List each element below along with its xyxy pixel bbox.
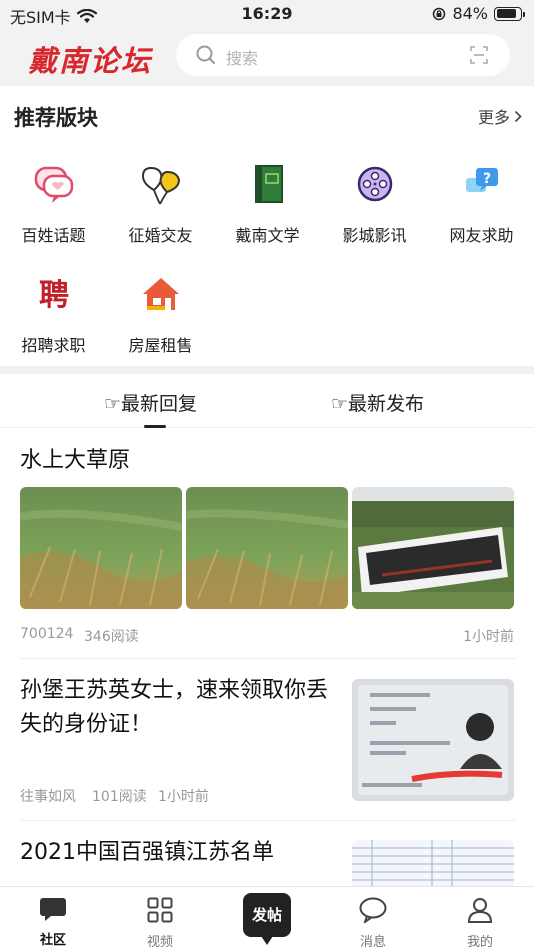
post-image: [186, 487, 348, 609]
nav-label: 消息: [359, 935, 386, 950]
category-label: 招聘求职: [21, 336, 86, 355]
post-views: 101阅读: [92, 789, 147, 805]
category-label: 百姓话题: [21, 226, 86, 245]
app-logo[interactable]: 戴南论坛: [28, 38, 152, 80]
post-time: 1小时前: [158, 789, 209, 805]
message-bubble-icon: [359, 897, 387, 925]
balloons-icon: [141, 166, 180, 205]
nav-label: 社区: [39, 933, 66, 948]
status-bar: 无SIM卡 16:29 84%: [0, 0, 534, 30]
category-jobs[interactable]: 聘 招聘求职: [0, 272, 107, 356]
post-title: 孙堡王苏英女士，速来领取你丢失的身份证！: [20, 678, 329, 737]
battery-icon: [494, 6, 525, 21]
post-image: [352, 487, 514, 609]
post-views: 346阅读: [84, 629, 139, 645]
post-feed: 水上大草原 700124 346阅读 1小时前 孙堡王苏英女士，速来领取你丢失的…: [0, 428, 534, 888]
search-bar[interactable]: 搜索: [176, 34, 510, 76]
scan-icon[interactable]: [470, 46, 488, 64]
nav-messages[interactable]: 消息: [333, 897, 413, 950]
tab-latest-post[interactable]: ☞最新发布: [331, 389, 424, 416]
chat-bubbles-icon: [34, 166, 73, 203]
category-dating[interactable]: 征婚交友: [107, 162, 214, 246]
grid-icon: [147, 897, 173, 923]
svg-text:?: ?: [482, 171, 490, 187]
post-author: 700124: [20, 626, 74, 642]
bottom-nav: 社区 视频 发帖 消息 我的: [0, 886, 534, 950]
hire-icon: 聘: [39, 278, 69, 313]
category-label: 网友求助: [449, 226, 514, 245]
post-image: [352, 679, 514, 801]
battery-percent: 84%: [452, 4, 488, 23]
community-icon: [40, 898, 66, 921]
nav-mine[interactable]: 我的: [440, 897, 520, 950]
post-divider: [20, 820, 516, 821]
new-post-button[interactable]: 发帖: [243, 893, 291, 945]
search-icon: [196, 45, 215, 64]
app-header: 戴南论坛 搜索: [0, 30, 534, 84]
tab-latest-reply[interactable]: ☞最新回复: [104, 389, 197, 416]
post-image: [20, 487, 182, 609]
feed-tabs: ☞最新回复 ☞最新发布: [0, 374, 534, 428]
category-literature[interactable]: 戴南文学: [214, 162, 321, 246]
post-title: 水上大草原: [20, 448, 131, 473]
nav-label: 视频: [146, 935, 173, 950]
post-image: [352, 840, 514, 888]
category-help[interactable]: ? 网友求助: [428, 162, 534, 246]
post-time: 1小时前: [463, 629, 514, 645]
house-icon: [142, 278, 179, 310]
category-label: 戴南文学: [235, 226, 300, 245]
post-title: 2021中国百强镇江苏名单: [20, 840, 274, 865]
category-cinema[interactable]: 影城影讯: [321, 162, 428, 246]
film-reel-icon: [357, 166, 392, 202]
post-author: 往事如风: [20, 789, 76, 805]
post-divider: [20, 658, 516, 659]
help-question-icon: ?: [465, 168, 498, 192]
recommended-title: 推荐版块: [14, 106, 98, 130]
status-right: 84%: [432, 4, 525, 23]
category-label: 影城影讯: [342, 226, 407, 245]
more-link[interactable]: 更多: [478, 104, 522, 128]
category-baixing-topics[interactable]: 百姓话题: [0, 162, 107, 246]
user-icon: [467, 898, 493, 923]
category-label: 房屋租售: [128, 336, 193, 355]
recommended-sections: 推荐版块 更多 百姓话题 征婚交友 戴南文学 影城影讯 ? 网友求助 聘 招聘求…: [0, 86, 534, 366]
svg-text:聘: 聘: [39, 278, 69, 313]
orientation-lock-icon: [433, 7, 446, 20]
category-label: 征婚交友: [128, 226, 193, 245]
battery-level: [496, 9, 516, 18]
category-housing[interactable]: 房屋租售: [107, 272, 214, 356]
book-icon: [254, 165, 283, 203]
search-placeholder: 搜索: [226, 49, 259, 68]
nav-video[interactable]: 视频: [120, 897, 200, 950]
app-screen: 无SIM卡 16:29 84% 戴南论坛 搜索 推荐版块 更多 百姓话题 征婚交…: [0, 0, 534, 950]
chevron-right-icon: [514, 110, 522, 122]
nav-community[interactable]: 社区: [13, 897, 93, 948]
more-label: 更多: [477, 108, 510, 127]
nav-label: 我的: [466, 935, 493, 950]
